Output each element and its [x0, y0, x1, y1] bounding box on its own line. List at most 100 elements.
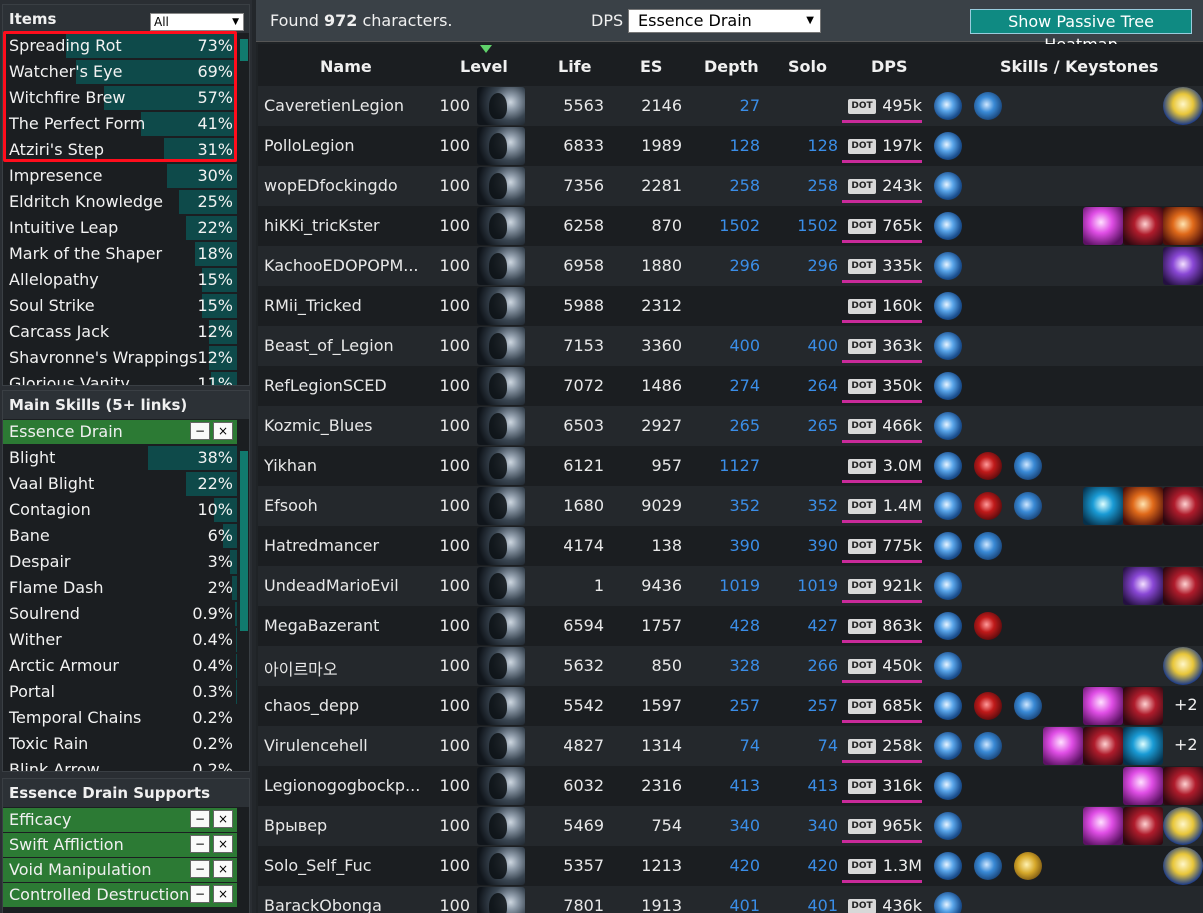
- character-name-link[interactable]: chaos_depp: [264, 696, 429, 715]
- character-name-link[interactable]: CaveretienLegion: [264, 96, 429, 115]
- list-item[interactable]: Arctic Armour 0.4%: [3, 653, 237, 679]
- table-row[interactable]: Hatredmancer 100 4174 138 390 390 DOT 775k: [258, 526, 1203, 566]
- col-dps[interactable]: DPS: [871, 57, 908, 76]
- table-row[interactable]: Solo_Self_Fuc 100 5357 1213 420 420 DOT 1.3M: [258, 846, 1203, 886]
- list-item[interactable]: Despair 3%: [3, 549, 237, 575]
- blue-gem-skill-icon[interactable]: [1014, 692, 1042, 720]
- more-keystones-count[interactable]: +2: [1174, 735, 1198, 754]
- cyan-keystone-icon[interactable]: [1083, 487, 1123, 525]
- list-item[interactable]: Eldritch Knowledge 25%: [3, 189, 237, 215]
- essence-drain-skill-icon[interactable]: [934, 892, 962, 913]
- blue-gem-skill-icon[interactable]: [974, 532, 1002, 560]
- character-name-link[interactable]: Kozmic_Blues: [264, 416, 429, 435]
- character-name-link[interactable]: Legionogogbockp...: [264, 776, 429, 795]
- essence-drain-skill-icon[interactable]: [934, 212, 962, 240]
- selected-support[interactable]: Controlled Destruction − ×: [3, 883, 237, 907]
- col-life[interactable]: Life: [558, 57, 592, 76]
- table-row[interactable]: Врывер 100 5469 754 340 340 DOT 965k: [258, 806, 1203, 846]
- table-row[interactable]: hiKKi_tricKster 100 6258 870 1502 1502 DOT 765k: [258, 206, 1203, 246]
- essence-drain-skill-icon[interactable]: [934, 812, 962, 840]
- remove-support-button[interactable]: ×: [213, 860, 233, 878]
- essence-drain-skill-icon[interactable]: [934, 612, 962, 640]
- red-gem-skill-icon[interactable]: [974, 612, 1002, 640]
- table-row[interactable]: 아이르마오 100 5632 850 328 266 DOT 450k: [258, 646, 1203, 686]
- essence-drain-skill-icon[interactable]: [934, 332, 962, 360]
- col-solo[interactable]: Solo: [788, 57, 827, 76]
- list-item[interactable]: Portal 0.3%: [3, 679, 237, 705]
- exclude-skill-button[interactable]: −: [190, 422, 210, 440]
- table-row[interactable]: UndeadMarioEvil 100 1 9436 1019 1019 DOT 921k: [258, 566, 1203, 606]
- essence-drain-skill-icon[interactable]: [934, 532, 962, 560]
- table-row[interactable]: Efsooh 100 1680 9029 352 352 DOT 1.4M: [258, 486, 1203, 526]
- col-name[interactable]: Name: [320, 57, 372, 76]
- table-row[interactable]: Beast_of_Legion 100 7153 3360 400 400 DOT 363k: [258, 326, 1203, 366]
- list-item[interactable]: Vaal Blight 22%: [3, 471, 237, 497]
- gold-keystone-icon[interactable]: [1163, 87, 1203, 125]
- essence-drain-skill-icon[interactable]: [934, 292, 962, 320]
- crimson-keystone-icon[interactable]: [1123, 687, 1163, 725]
- exclude-support-button[interactable]: −: [190, 810, 210, 828]
- list-item[interactable]: Blink Arrow 0.2%: [3, 757, 237, 771]
- table-row[interactable]: Virulencehell 100 4827 1314 74 74 DOT 258k +2: [258, 726, 1203, 766]
- selected-support[interactable]: Swift Affliction − ×: [3, 833, 237, 857]
- list-item[interactable]: Glorious Vanity 11%: [3, 371, 237, 385]
- list-item[interactable]: Flame Dash 2%: [3, 575, 237, 601]
- col-depth[interactable]: Depth: [704, 57, 759, 76]
- essence-drain-skill-icon[interactable]: [934, 252, 962, 280]
- list-item[interactable]: Contagion 10%: [3, 497, 237, 523]
- table-row[interactable]: KachooEDOPOPM... 100 6958 1880 296 296 DOT 335k: [258, 246, 1203, 286]
- red-gem-skill-icon[interactable]: [974, 492, 1002, 520]
- crimson-keystone-icon[interactable]: [1123, 807, 1163, 845]
- crimson-keystone-icon[interactable]: [1123, 207, 1163, 245]
- red-gem-skill-icon[interactable]: [974, 452, 1002, 480]
- items-scrollbar[interactable]: [240, 39, 248, 61]
- purple-keystone-icon[interactable]: [1163, 247, 1203, 285]
- essence-drain-skill-icon[interactable]: [934, 412, 962, 440]
- character-name-link[interactable]: RMii_Tricked: [264, 296, 429, 315]
- list-item[interactable]: The Perfect Form 41%: [3, 111, 237, 137]
- list-item[interactable]: Allelopathy 15%: [3, 267, 237, 293]
- list-item[interactable]: Wither 0.4%: [3, 627, 237, 653]
- essence-drain-skill-icon[interactable]: [934, 732, 962, 760]
- crimson-keystone-icon[interactable]: [1163, 487, 1203, 525]
- list-item[interactable]: Soul Strike 15%: [3, 293, 237, 319]
- list-item[interactable]: Toxic Rain 0.2%: [3, 731, 237, 757]
- character-name-link[interactable]: RefLegionSCED: [264, 376, 429, 395]
- list-item[interactable]: Soulrend 0.9%: [3, 601, 237, 627]
- list-item[interactable]: Blight 38%: [3, 445, 237, 471]
- essence-drain-skill-icon[interactable]: [934, 172, 962, 200]
- character-name-link[interactable]: Efsooh: [264, 496, 429, 515]
- character-name-link[interactable]: Beast_of_Legion: [264, 336, 429, 355]
- list-item[interactable]: Mark of the Shaper 18%: [3, 241, 237, 267]
- table-row[interactable]: MegaBazerant 100 6594 1757 428 427 DOT 863k: [258, 606, 1203, 646]
- gold-keystone-icon[interactable]: [1163, 807, 1203, 845]
- crimson-keystone-icon[interactable]: [1163, 767, 1203, 805]
- crimson-keystone-icon[interactable]: [1163, 567, 1203, 605]
- list-item[interactable]: Watcher's Eye 69%: [3, 59, 237, 85]
- essence-drain-skill-icon[interactable]: [934, 572, 962, 600]
- character-name-link[interactable]: Врывер: [264, 816, 429, 835]
- passive-tree-heatmap-button[interactable]: Show Passive Tree Heatmap: [970, 9, 1192, 54]
- cyan-keystone-icon[interactable]: [1123, 727, 1163, 765]
- selected-support[interactable]: Void Manipulation − ×: [3, 858, 237, 882]
- fire-keystone-icon[interactable]: [1123, 487, 1163, 525]
- pink-keystone-icon[interactable]: [1083, 807, 1123, 845]
- character-name-link[interactable]: hiKKi_tricKster: [264, 216, 429, 235]
- character-name-link[interactable]: Yikhan: [264, 456, 429, 475]
- remove-support-button[interactable]: ×: [213, 885, 233, 903]
- table-row[interactable]: PolloLegion 100 6833 1989 128 128 DOT 197k: [258, 126, 1203, 166]
- table-row[interactable]: BarackObonga 100 7801 1913 401 401 DOT 436k: [258, 886, 1203, 913]
- more-keystones-count[interactable]: +2: [1174, 695, 1198, 714]
- blue-gem-skill-icon[interactable]: [974, 732, 1002, 760]
- fire-keystone-icon[interactable]: [1163, 207, 1203, 245]
- table-row[interactable]: RMii_Tricked 100 5988 2312 DOT 160k: [258, 286, 1203, 326]
- pink-keystone-icon[interactable]: [1083, 207, 1123, 245]
- blue-gem-skill-icon[interactable]: [974, 92, 1002, 120]
- remove-support-button[interactable]: ×: [213, 810, 233, 828]
- essence-drain-skill-icon[interactable]: [934, 452, 962, 480]
- character-name-link[interactable]: BarackObonga: [264, 896, 429, 913]
- character-name-link[interactable]: MegaBazerant: [264, 616, 429, 635]
- purple-keystone-icon[interactable]: [1123, 567, 1163, 605]
- essence-drain-skill-icon[interactable]: [934, 772, 962, 800]
- gold-gem-skill-icon[interactable]: [1014, 852, 1042, 880]
